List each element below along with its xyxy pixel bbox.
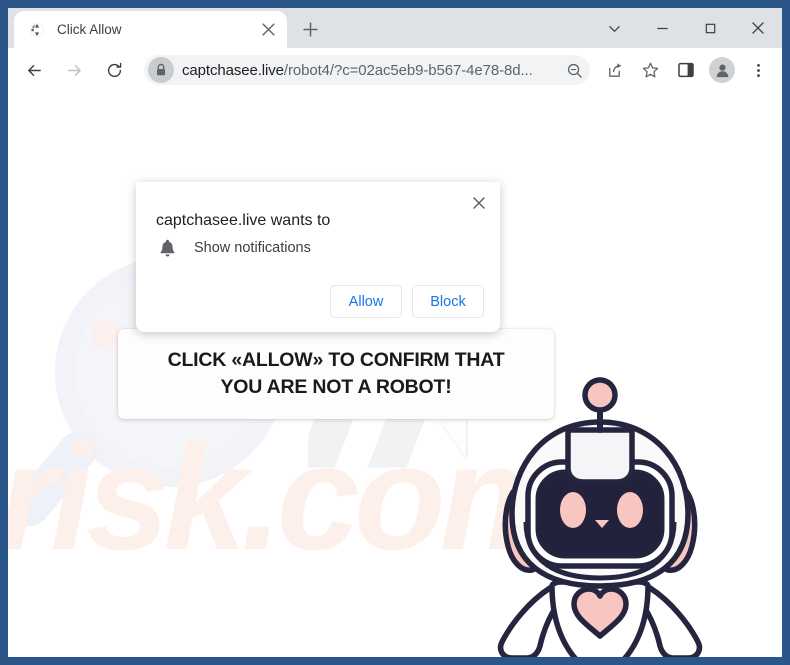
dialog-permission-row: Show notifications xyxy=(156,237,311,259)
forward-button[interactable] xyxy=(58,54,90,86)
dialog-permission-label: Show notifications xyxy=(194,240,311,256)
url-host: captchasee.live xyxy=(182,61,284,79)
block-button[interactable]: Block xyxy=(412,285,484,318)
dialog-actions: Allow Block xyxy=(330,285,484,318)
maximize-icon[interactable] xyxy=(686,8,734,48)
window-close-icon[interactable] xyxy=(734,8,782,48)
tab-strip: Click Allow xyxy=(8,8,782,48)
profile-avatar[interactable] xyxy=(709,57,735,83)
speech-bubble-tail xyxy=(438,418,466,458)
address-bar[interactable]: captchasee.live/robot4/?c=02ac5eb9-b567-… xyxy=(144,55,590,85)
lock-icon[interactable] xyxy=(148,57,174,83)
browser-window-frame: Click Allow captchasee.live/robot4/?c=02… xyxy=(0,0,790,665)
address-bar-url[interactable]: captchasee.live/robot4/?c=02ac5eb9-b567-… xyxy=(174,62,560,79)
tab-title: Click Allow xyxy=(57,22,122,37)
robot-antenna-bulb xyxy=(582,377,618,413)
minimize-icon[interactable] xyxy=(638,8,686,48)
browser-window: Click Allow captchasee.live/robot4/?c=02… xyxy=(8,8,782,657)
url-path: /robot4/?c=02ac5eb9-b567-4e78-8d... xyxy=(283,61,533,79)
globe-icon xyxy=(28,21,45,38)
robot-eye-right xyxy=(617,492,643,528)
browser-toolbar: captchasee.live/robot4/?c=02ac5eb9-b567-… xyxy=(8,48,782,92)
watermark-dot xyxy=(90,320,120,350)
notification-permission-dialog: captchasee.live wants to Show notificati… xyxy=(136,182,500,332)
new-tab-button[interactable] xyxy=(295,14,325,44)
dialog-close-icon[interactable] xyxy=(466,190,492,216)
zoom-out-icon[interactable] xyxy=(560,56,588,84)
bookmark-star-icon[interactable] xyxy=(635,55,665,85)
window-controls xyxy=(590,8,782,48)
close-icon[interactable] xyxy=(257,19,279,41)
tab-search-chevron-down-icon[interactable] xyxy=(590,8,638,48)
dialog-title: captchasee.live wants to xyxy=(156,212,331,229)
allow-button[interactable]: Allow xyxy=(330,285,402,318)
speech-bubble: CLICK «ALLOW» TO CONFIRM THAT YOU ARE NO… xyxy=(118,329,554,419)
reload-button[interactable] xyxy=(98,54,130,86)
robot-eye-left xyxy=(560,492,586,528)
share-icon[interactable] xyxy=(599,55,629,85)
robot-head-plate xyxy=(565,427,635,485)
back-button[interactable] xyxy=(18,54,50,86)
page-viewport: // risk.com xyxy=(8,92,782,657)
bell-icon xyxy=(156,237,178,259)
side-panel-icon[interactable] xyxy=(671,55,701,85)
more-menu-icon[interactable] xyxy=(743,55,773,85)
speech-bubble-text: CLICK «ALLOW» TO CONFIRM THAT YOU ARE NO… xyxy=(167,349,505,398)
browser-tab-click-allow[interactable]: Click Allow xyxy=(14,11,287,48)
